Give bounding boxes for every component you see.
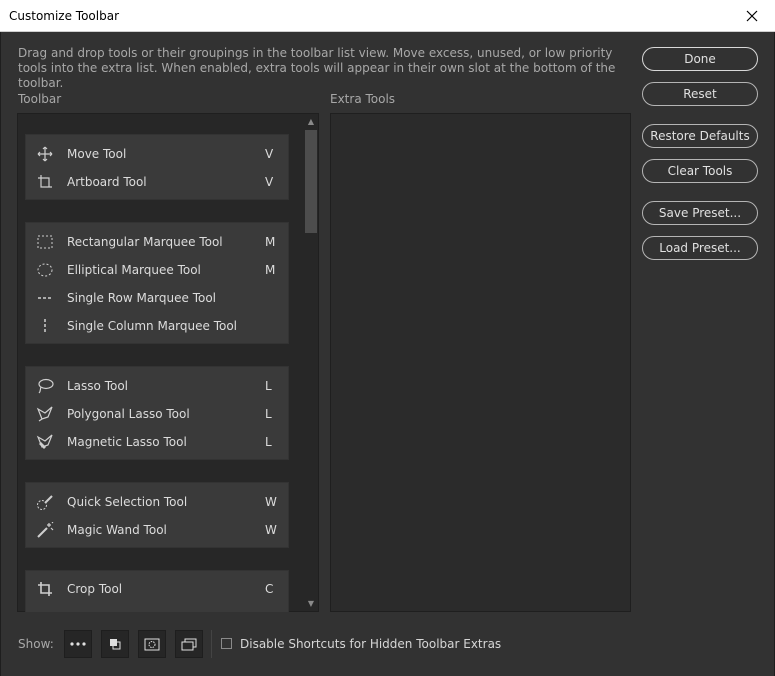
tool-name: Move Tool <box>67 147 127 161</box>
tool-group-lasso[interactable]: Lasso Tool L Polygonal Lasso Tool L Magn… <box>25 366 289 460</box>
show-more-button[interactable] <box>64 630 92 658</box>
tool-item-magnetic-lasso[interactable]: Magnetic Lasso Tool L <box>26 428 290 456</box>
window-title: Customize Toolbar <box>9 9 120 23</box>
tool-item-polygonal-lasso[interactable]: Polygonal Lasso Tool L <box>26 400 290 428</box>
tool-name: Crop Tool <box>67 582 123 596</box>
tool-name: Magic Wand Tool <box>67 523 167 537</box>
extra-tools-list[interactable] <box>330 113 631 612</box>
foreground-background-icon <box>110 639 121 650</box>
tool-group-selection[interactable]: Quick Selection Tool W Magic Wand Tool W <box>25 482 289 548</box>
save-preset-button[interactable]: Save Preset... <box>642 201 758 225</box>
tool-shortcut: W <box>265 495 277 509</box>
footer-divider <box>211 630 212 658</box>
disable-shortcuts-checkbox[interactable] <box>221 638 232 649</box>
tool-name: Quick Selection Tool <box>67 495 188 509</box>
clear-tools-button[interactable]: Clear Tools <box>642 159 758 183</box>
ellipse-marquee-icon <box>36 262 54 278</box>
tool-item-artboard[interactable]: Artboard Tool V <box>26 168 290 196</box>
move-icon <box>36 146 54 162</box>
tool-name: Artboard Tool <box>67 175 147 189</box>
rect-marquee-icon <box>36 234 54 250</box>
column-marquee-icon <box>36 318 54 334</box>
magic-wand-icon <box>36 522 54 538</box>
more-icon <box>70 642 86 646</box>
tool-item-rect-marquee[interactable]: Rectangular Marquee Tool M <box>26 228 290 256</box>
load-preset-button[interactable]: Load Preset... <box>642 236 758 260</box>
toolbar-scrollbar[interactable]: ▲ ▼ <box>303 114 319 612</box>
scroll-thumb[interactable] <box>305 130 317 233</box>
tool-group-marquee[interactable]: Rectangular Marquee Tool M Elliptical Ma… <box>25 222 289 344</box>
title-bar: Customize Toolbar <box>0 0 775 32</box>
disable-shortcuts-label[interactable]: Disable Shortcuts for Hidden Toolbar Ext… <box>240 637 501 651</box>
instructions-text: Drag and drop tools or their groupings i… <box>18 46 616 90</box>
scroll-up-icon[interactable]: ▲ <box>303 115 319 129</box>
tool-item-row-marquee[interactable]: Single Row Marquee Tool <box>26 284 290 312</box>
tool-shortcut: W <box>265 523 277 537</box>
tool-shortcut: L <box>265 379 272 393</box>
tool-group-crop[interactable]: Crop Tool C <box>25 570 289 612</box>
quick-selection-icon <box>36 494 54 510</box>
crop-icon <box>36 581 54 597</box>
show-colors-button[interactable] <box>101 630 129 658</box>
tool-shortcut: M <box>265 235 276 249</box>
lasso-icon <box>36 378 54 394</box>
magnetic-lasso-icon <box>36 434 54 450</box>
toolbar-label: Toolbar <box>18 92 62 106</box>
tool-item-quick-selection[interactable]: Quick Selection Tool W <box>26 488 290 516</box>
tool-shortcut: V <box>265 147 274 161</box>
scroll-down-icon[interactable]: ▼ <box>303 597 319 611</box>
tool-name: Magnetic Lasso Tool <box>67 435 187 449</box>
done-button[interactable]: Done <box>642 47 758 71</box>
tool-item-column-marquee[interactable]: Single Column Marquee Tool <box>26 312 290 340</box>
tool-name: Polygonal Lasso Tool <box>67 407 190 421</box>
restore-defaults-button[interactable]: Restore Defaults <box>642 124 758 148</box>
tool-shortcut: C <box>265 582 274 596</box>
show-label: Show: <box>18 637 54 651</box>
screen-mode-icon <box>181 638 197 650</box>
reset-button[interactable]: Reset <box>642 82 758 106</box>
show-screen-mode-button[interactable] <box>175 630 203 658</box>
artboard-icon <box>36 174 54 190</box>
tool-name: Single Row Marquee Tool <box>67 291 217 305</box>
tool-item-move[interactable]: Move Tool V <box>26 140 290 168</box>
close-icon <box>746 10 758 21</box>
tool-item-magic-wand[interactable]: Magic Wand Tool W <box>26 516 290 544</box>
tool-name: Elliptical Marquee Tool <box>67 263 201 277</box>
tool-shortcut: L <box>265 435 272 449</box>
quick-mask-icon <box>144 638 160 650</box>
tool-name: Lasso Tool <box>67 379 129 393</box>
tool-shortcut: M <box>265 263 276 277</box>
tool-name: Rectangular Marquee Tool <box>67 235 223 249</box>
polygonal-lasso-icon <box>36 406 54 422</box>
tool-shortcut: L <box>265 407 272 421</box>
show-quick-mask-button[interactable] <box>138 630 166 658</box>
extra-tools-label: Extra Tools <box>330 92 396 106</box>
tool-item-crop[interactable]: Crop Tool C <box>26 575 290 603</box>
tool-shortcut: V <box>265 175 274 189</box>
tool-group-move[interactable]: Move Tool V Artboard Tool V <box>25 134 289 200</box>
close-button[interactable] <box>729 0 775 31</box>
tool-item-lasso[interactable]: Lasso Tool L <box>26 372 290 400</box>
row-marquee-icon <box>36 290 54 306</box>
tool-name: Single Column Marquee Tool <box>67 319 238 333</box>
tool-item-ellipse-marquee[interactable]: Elliptical Marquee Tool M <box>26 256 290 284</box>
